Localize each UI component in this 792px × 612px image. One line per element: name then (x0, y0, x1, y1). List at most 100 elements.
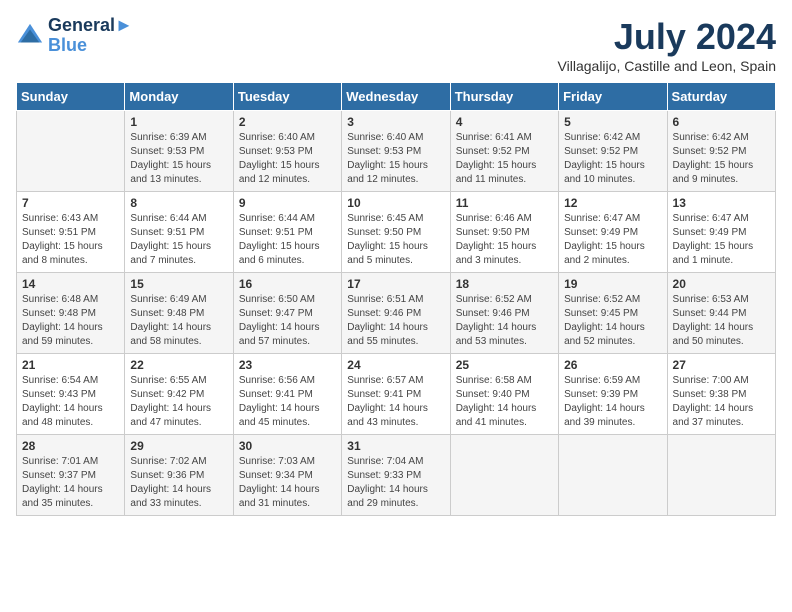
calendar-cell: 1 Sunrise: 6:39 AMSunset: 9:53 PMDayligh… (125, 111, 233, 192)
calendar-cell (450, 435, 558, 516)
day-info: Sunrise: 7:00 AMSunset: 9:38 PMDaylight:… (673, 374, 770, 430)
col-header-sunday: Sunday (17, 83, 125, 111)
day-info: Sunrise: 6:43 AMSunset: 9:51 PMDaylight:… (22, 212, 119, 268)
day-info: Sunrise: 6:41 AMSunset: 9:52 PMDaylight:… (456, 131, 553, 187)
day-info: Sunrise: 7:01 AMSunset: 9:37 PMDaylight:… (22, 455, 119, 511)
day-number: 4 (456, 115, 553, 129)
col-header-tuesday: Tuesday (233, 83, 341, 111)
day-number: 11 (456, 196, 553, 210)
day-info: Sunrise: 6:47 AMSunset: 9:49 PMDaylight:… (564, 212, 661, 268)
month-title: July 2024 (558, 16, 776, 58)
calendar-cell (667, 435, 775, 516)
day-number: 6 (673, 115, 770, 129)
day-number: 10 (347, 196, 444, 210)
title-block: July 2024 Villagalijo, Castille and Leon… (558, 16, 776, 74)
day-number: 17 (347, 277, 444, 291)
calendar-cell: 2 Sunrise: 6:40 AMSunset: 9:53 PMDayligh… (233, 111, 341, 192)
day-info: Sunrise: 6:44 AMSunset: 9:51 PMDaylight:… (130, 212, 227, 268)
day-info: Sunrise: 6:53 AMSunset: 9:44 PMDaylight:… (673, 293, 770, 349)
day-number: 13 (673, 196, 770, 210)
day-number: 5 (564, 115, 661, 129)
calendar-cell: 12 Sunrise: 6:47 AMSunset: 9:49 PMDaylig… (559, 192, 667, 273)
day-info: Sunrise: 6:50 AMSunset: 9:47 PMDaylight:… (239, 293, 336, 349)
calendar-cell: 25 Sunrise: 6:58 AMSunset: 9:40 PMDaylig… (450, 354, 558, 435)
calendar-cell: 23 Sunrise: 6:56 AMSunset: 9:41 PMDaylig… (233, 354, 341, 435)
day-number: 3 (347, 115, 444, 129)
calendar-cell: 13 Sunrise: 6:47 AMSunset: 9:49 PMDaylig… (667, 192, 775, 273)
page-header: General► Blue July 2024 Villagalijo, Cas… (16, 16, 776, 74)
day-info: Sunrise: 7:02 AMSunset: 9:36 PMDaylight:… (130, 455, 227, 511)
calendar-cell: 18 Sunrise: 6:52 AMSunset: 9:46 PMDaylig… (450, 273, 558, 354)
day-number: 29 (130, 439, 227, 453)
day-number: 30 (239, 439, 336, 453)
day-info: Sunrise: 6:58 AMSunset: 9:40 PMDaylight:… (456, 374, 553, 430)
calendar-cell: 10 Sunrise: 6:45 AMSunset: 9:50 PMDaylig… (342, 192, 450, 273)
day-info: Sunrise: 6:57 AMSunset: 9:41 PMDaylight:… (347, 374, 444, 430)
calendar-cell: 17 Sunrise: 6:51 AMSunset: 9:46 PMDaylig… (342, 273, 450, 354)
day-info: Sunrise: 6:45 AMSunset: 9:50 PMDaylight:… (347, 212, 444, 268)
col-header-friday: Friday (559, 83, 667, 111)
location-subtitle: Villagalijo, Castille and Leon, Spain (558, 58, 776, 74)
day-number: 24 (347, 358, 444, 372)
calendar-cell: 19 Sunrise: 6:52 AMSunset: 9:45 PMDaylig… (559, 273, 667, 354)
calendar-cell: 6 Sunrise: 6:42 AMSunset: 9:52 PMDayligh… (667, 111, 775, 192)
day-info: Sunrise: 6:42 AMSunset: 9:52 PMDaylight:… (564, 131, 661, 187)
calendar-cell: 16 Sunrise: 6:50 AMSunset: 9:47 PMDaylig… (233, 273, 341, 354)
day-info: Sunrise: 6:48 AMSunset: 9:48 PMDaylight:… (22, 293, 119, 349)
col-header-wednesday: Wednesday (342, 83, 450, 111)
day-number: 1 (130, 115, 227, 129)
col-header-monday: Monday (125, 83, 233, 111)
col-header-saturday: Saturday (667, 83, 775, 111)
calendar-cell: 30 Sunrise: 7:03 AMSunset: 9:34 PMDaylig… (233, 435, 341, 516)
col-header-thursday: Thursday (450, 83, 558, 111)
day-info: Sunrise: 6:56 AMSunset: 9:41 PMDaylight:… (239, 374, 336, 430)
day-number: 20 (673, 277, 770, 291)
day-number: 14 (22, 277, 119, 291)
day-info: Sunrise: 6:46 AMSunset: 9:50 PMDaylight:… (456, 212, 553, 268)
day-info: Sunrise: 6:51 AMSunset: 9:46 PMDaylight:… (347, 293, 444, 349)
day-info: Sunrise: 6:40 AMSunset: 9:53 PMDaylight:… (239, 131, 336, 187)
day-info: Sunrise: 6:40 AMSunset: 9:53 PMDaylight:… (347, 131, 444, 187)
logo-text: General► Blue (48, 16, 133, 56)
day-info: Sunrise: 6:59 AMSunset: 9:39 PMDaylight:… (564, 374, 661, 430)
calendar-cell: 14 Sunrise: 6:48 AMSunset: 9:48 PMDaylig… (17, 273, 125, 354)
day-number: 9 (239, 196, 336, 210)
calendar-cell: 31 Sunrise: 7:04 AMSunset: 9:33 PMDaylig… (342, 435, 450, 516)
day-info: Sunrise: 6:39 AMSunset: 9:53 PMDaylight:… (130, 131, 227, 187)
day-number: 19 (564, 277, 661, 291)
calendar-cell: 27 Sunrise: 7:00 AMSunset: 9:38 PMDaylig… (667, 354, 775, 435)
day-number: 21 (22, 358, 119, 372)
day-info: Sunrise: 6:47 AMSunset: 9:49 PMDaylight:… (673, 212, 770, 268)
day-info: Sunrise: 7:04 AMSunset: 9:33 PMDaylight:… (347, 455, 444, 511)
calendar-cell: 3 Sunrise: 6:40 AMSunset: 9:53 PMDayligh… (342, 111, 450, 192)
day-number: 15 (130, 277, 227, 291)
day-number: 8 (130, 196, 227, 210)
calendar-table: SundayMondayTuesdayWednesdayThursdayFrid… (16, 82, 776, 516)
calendar-cell: 28 Sunrise: 7:01 AMSunset: 9:37 PMDaylig… (17, 435, 125, 516)
calendar-cell: 22 Sunrise: 6:55 AMSunset: 9:42 PMDaylig… (125, 354, 233, 435)
day-number: 16 (239, 277, 336, 291)
day-number: 23 (239, 358, 336, 372)
day-number: 26 (564, 358, 661, 372)
day-number: 22 (130, 358, 227, 372)
day-info: Sunrise: 6:49 AMSunset: 9:48 PMDaylight:… (130, 293, 227, 349)
calendar-cell: 15 Sunrise: 6:49 AMSunset: 9:48 PMDaylig… (125, 273, 233, 354)
logo-icon (16, 22, 44, 50)
calendar-cell (559, 435, 667, 516)
day-info: Sunrise: 6:54 AMSunset: 9:43 PMDaylight:… (22, 374, 119, 430)
day-info: Sunrise: 6:52 AMSunset: 9:46 PMDaylight:… (456, 293, 553, 349)
day-number: 18 (456, 277, 553, 291)
day-number: 2 (239, 115, 336, 129)
day-info: Sunrise: 6:42 AMSunset: 9:52 PMDaylight:… (673, 131, 770, 187)
day-number: 7 (22, 196, 119, 210)
day-number: 27 (673, 358, 770, 372)
day-info: Sunrise: 6:44 AMSunset: 9:51 PMDaylight:… (239, 212, 336, 268)
calendar-cell: 4 Sunrise: 6:41 AMSunset: 9:52 PMDayligh… (450, 111, 558, 192)
calendar-cell: 7 Sunrise: 6:43 AMSunset: 9:51 PMDayligh… (17, 192, 125, 273)
calendar-cell: 8 Sunrise: 6:44 AMSunset: 9:51 PMDayligh… (125, 192, 233, 273)
day-info: Sunrise: 6:55 AMSunset: 9:42 PMDaylight:… (130, 374, 227, 430)
calendar-cell (17, 111, 125, 192)
day-info: Sunrise: 6:52 AMSunset: 9:45 PMDaylight:… (564, 293, 661, 349)
calendar-cell: 21 Sunrise: 6:54 AMSunset: 9:43 PMDaylig… (17, 354, 125, 435)
day-info: Sunrise: 7:03 AMSunset: 9:34 PMDaylight:… (239, 455, 336, 511)
